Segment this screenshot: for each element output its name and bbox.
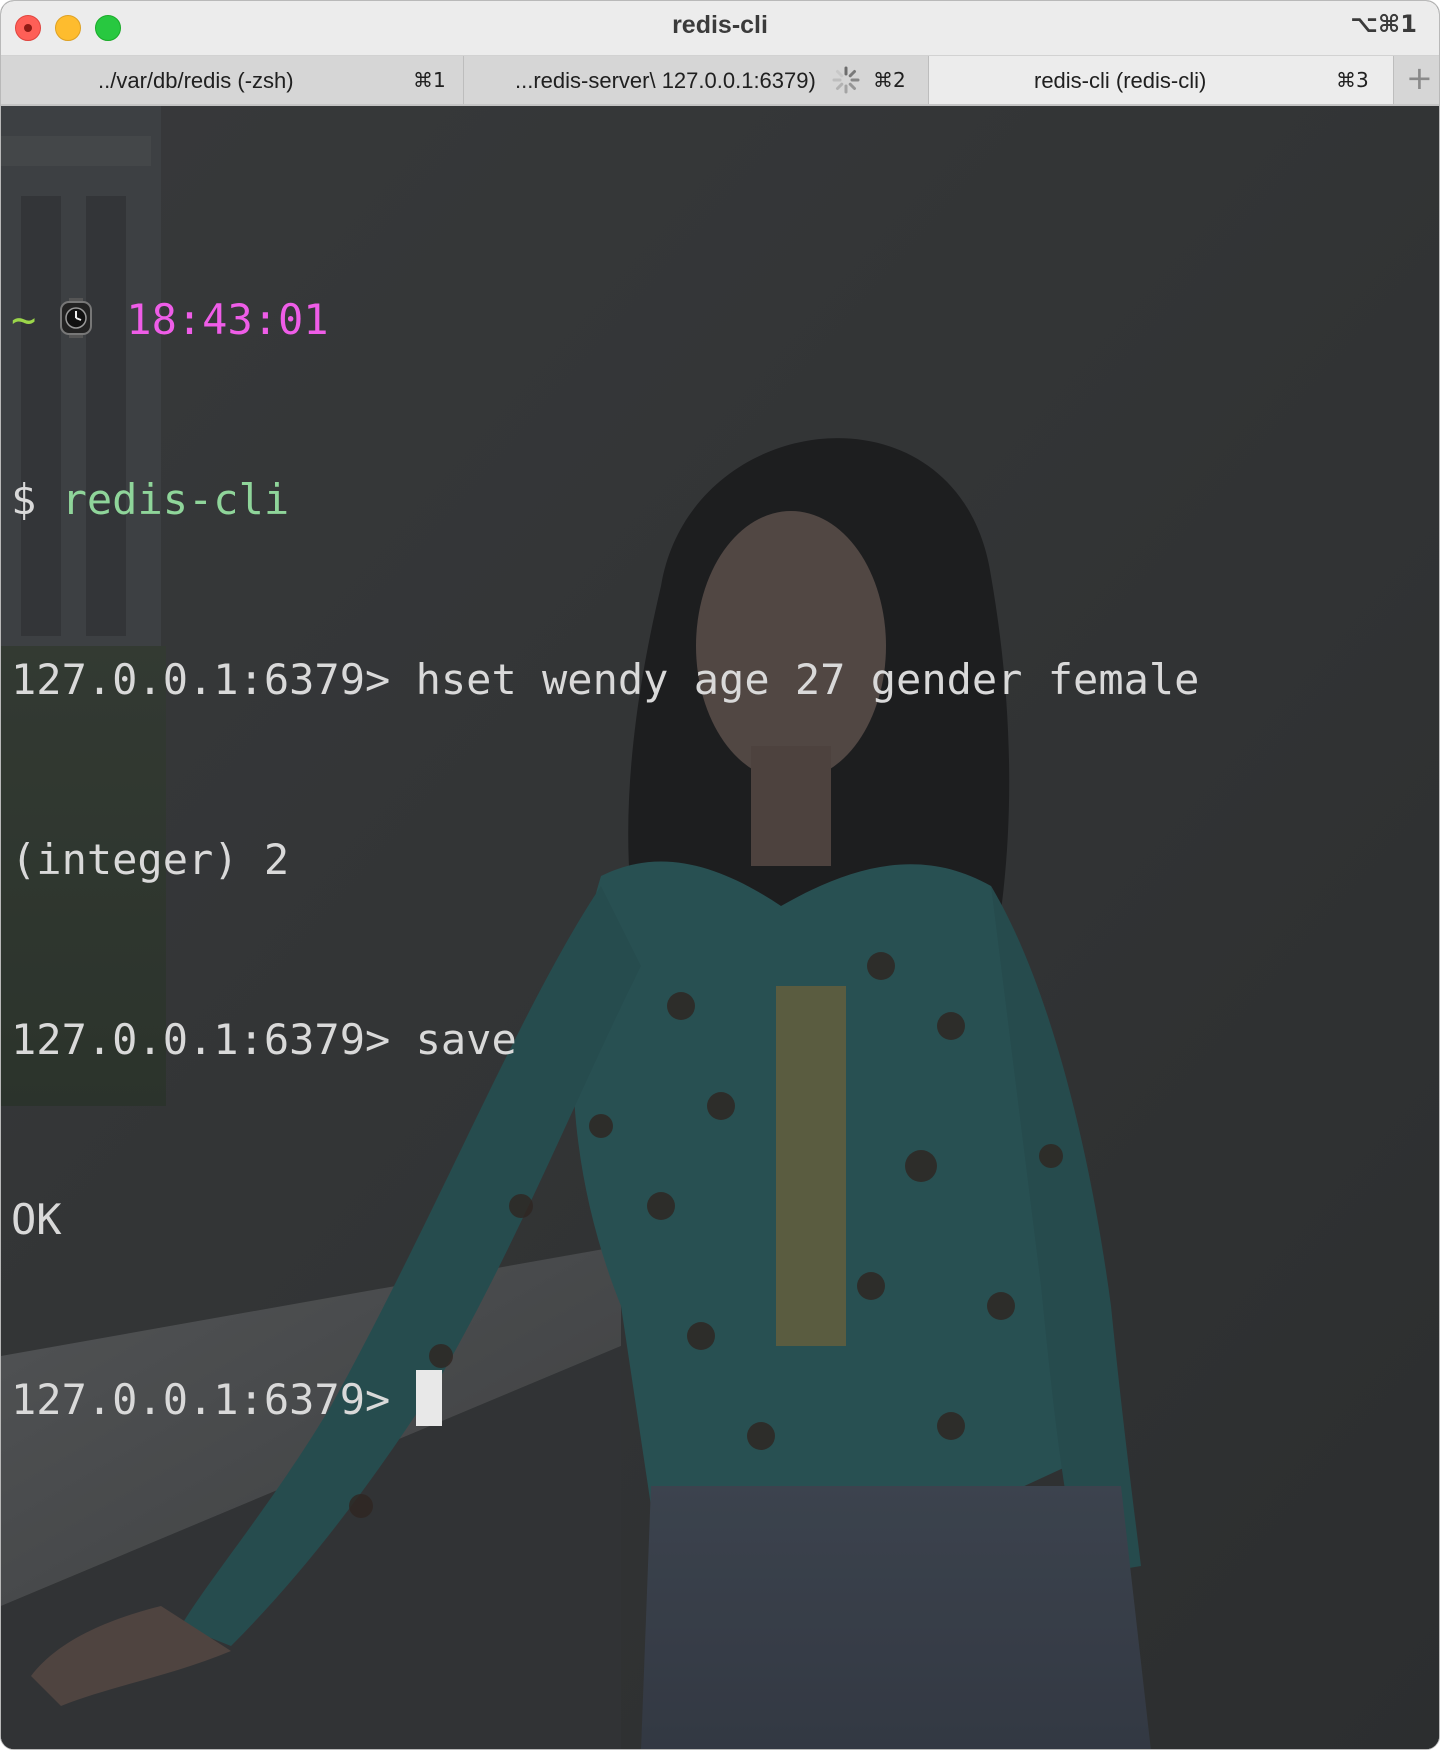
tab-label: ../var/db/redis (-zsh) <box>98 68 294 93</box>
redis-line: 127.0.0.1:6379> hset wendy age 27 gender… <box>11 650 1199 710</box>
redis-input: hset wendy age 27 gender female <box>415 655 1200 704</box>
prompt-tilde: ~ <box>11 295 37 344</box>
plus-icon: + <box>1406 59 1433 97</box>
redis-input: save <box>415 1015 517 1064</box>
terminal-content[interactable]: ~18:43:01 $ redis-cli 127.0.0.1:6379> hs… <box>1 106 1439 1749</box>
redis-line: 127.0.0.1:6379> save <box>11 1010 1199 1070</box>
redis-prompt: 127.0.0.1:6379> <box>11 1375 391 1424</box>
tab-shortcut: ⌘3 <box>1336 68 1369 92</box>
activity-spinner-icon <box>832 66 860 94</box>
window-shortcut: ⌥⌘1 <box>1350 10 1417 38</box>
redis-line: 127.0.0.1:6379> <box>11 1370 1199 1430</box>
terminal-window: redis-cli ⌥⌘1 ../var/db/redis (-zsh) ⌘1 … <box>0 0 1440 1750</box>
text-cursor[interactable] <box>415 1370 442 1426</box>
window-title: redis-cli <box>672 11 768 39</box>
shell-dollar: $ <box>11 475 37 524</box>
tab-shortcut: ⌘1 <box>413 68 446 92</box>
tab-label: ...redis-server\ 127.0.0.1:6379) <box>515 68 816 93</box>
redis-prompt: 127.0.0.1:6379> <box>11 655 391 704</box>
watch-icon <box>60 294 93 338</box>
terminal-output: ~18:43:01 $ redis-cli 127.0.0.1:6379> hs… <box>11 170 1199 1550</box>
tab-bar: ../var/db/redis (-zsh) ⌘1 ...redis-serve… <box>1 56 1439 106</box>
new-tab-button[interactable]: + <box>1394 56 1439 104</box>
shell-command-line: $ redis-cli <box>11 470 1199 530</box>
title-bar[interactable]: redis-cli ⌥⌘1 <box>1 1 1439 56</box>
redis-output: (integer) 2 <box>11 835 290 884</box>
redis-output: OK <box>11 1195 62 1244</box>
prompt-time: 18:43:01 <box>126 295 329 344</box>
tab-shortcut: ⌘2 <box>873 68 906 92</box>
tab-redis-cli[interactable]: redis-cli (redis-cli) ⌘3 <box>929 56 1394 104</box>
shell-command: redis-cli <box>61 475 290 524</box>
tab-redis-server[interactable]: ...redis-server\ 127.0.0.1:6379) ⌘2 <box>464 56 929 104</box>
tab-zsh[interactable]: ../var/db/redis (-zsh) ⌘1 <box>1 56 464 104</box>
tab-label: redis-cli (redis-cli) <box>1034 68 1207 93</box>
prompt-header-line: ~18:43:01 <box>11 290 1199 350</box>
redis-prompt: 127.0.0.1:6379> <box>11 1015 391 1064</box>
